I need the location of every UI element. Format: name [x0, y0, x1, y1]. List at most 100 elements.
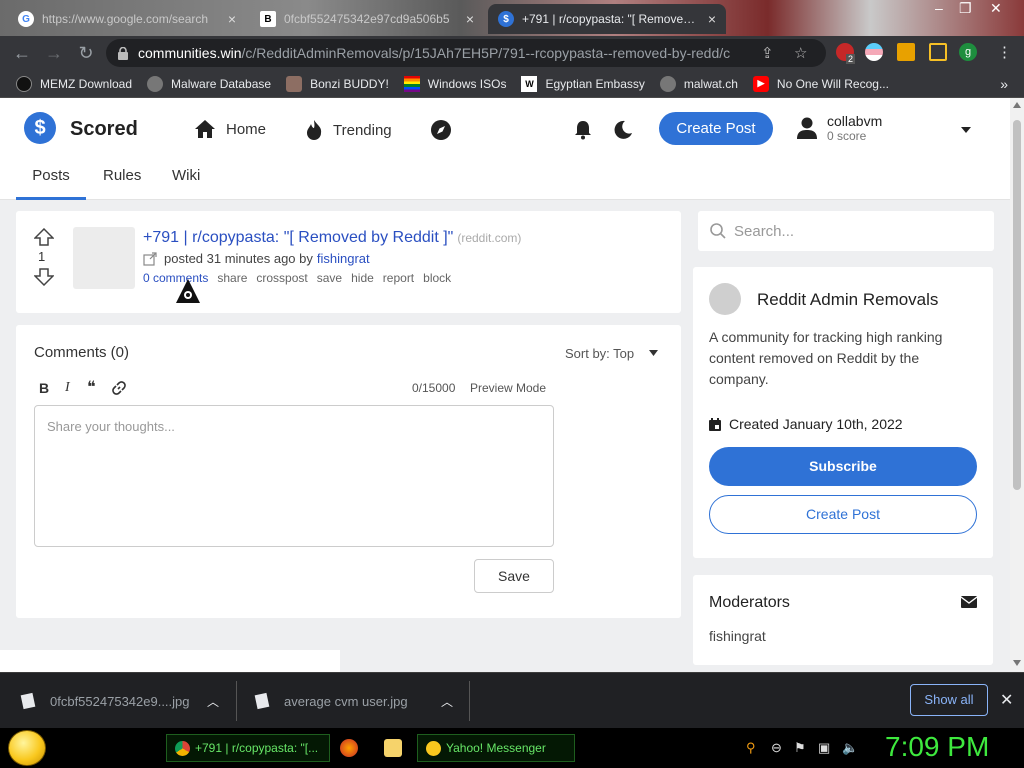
show-all-downloads-button[interactable]: Show all — [910, 684, 988, 716]
page-scrollbar[interactable] — [1010, 98, 1024, 671]
downvote-arrow-icon[interactable] — [34, 268, 54, 286]
sidebar-create-post-button[interactable]: Create Post — [709, 495, 977, 534]
bookmark-egyptian-embassy[interactable]: W Egyptian Embassy — [521, 75, 645, 92]
comments-title: Comments (0) — [34, 344, 130, 361]
tab-posts[interactable]: Posts — [16, 167, 86, 200]
post-thumbnail[interactable] — [73, 227, 135, 289]
search-input[interactable] — [734, 219, 984, 243]
bookmark-bonzi-buddy[interactable]: Bonzi BUDDY! — [286, 75, 389, 92]
bell-icon[interactable] — [574, 120, 592, 140]
forward-arrow-icon[interactable]: → — [38, 43, 70, 64]
crosspost-link[interactable]: crosspost — [256, 271, 307, 285]
user-icon[interactable] — [796, 116, 818, 140]
mouse-cursor-icon — [176, 279, 200, 303]
share-icon[interactable]: ⇪ — [761, 44, 774, 62]
minimize-icon[interactable]: – — [935, 0, 943, 20]
post-domain[interactable]: (reddit.com) — [457, 231, 521, 245]
post-meta: posted 31 minutes ago by fishingrat — [143, 251, 370, 266]
scroll-up-icon[interactable] — [1013, 102, 1021, 108]
post-title-text[interactable]: +791 | r/copypasta: "[ Removed by Reddit… — [143, 229, 453, 246]
sort-dropdown[interactable]: Sort by: Top — [565, 346, 634, 361]
upvote-arrow-icon[interactable] — [34, 228, 54, 246]
bookmark-memz[interactable]: MEMZ Download — [16, 75, 132, 92]
taskbar-yahoo-messenger[interactable]: Yahoo! Messenger — [417, 734, 575, 762]
nav-trending[interactable]: Trending — [305, 119, 392, 141]
start-button-smiley-icon[interactable] — [8, 730, 46, 766]
divider — [469, 681, 470, 721]
reload-icon[interactable]: ↻ — [70, 43, 102, 64]
user-score: 0 score — [827, 129, 867, 143]
browser-tab-strip: G https://www.google.com/search × B 0fcb… — [0, 0, 1024, 36]
save-comment-button[interactable]: Save — [474, 559, 554, 593]
sort-caret-icon[interactable] — [649, 350, 658, 356]
taskbar-chrome-window[interactable]: +791 | r/copypasta: "[... — [166, 734, 330, 762]
envelope-icon[interactable] — [961, 596, 977, 608]
create-post-button[interactable]: Create Post — [659, 112, 773, 145]
profile-avatar[interactable]: g — [959, 43, 977, 61]
scored-logo-icon[interactable]: $ — [24, 112, 56, 144]
chrome-icon — [175, 740, 190, 756]
user-name[interactable]: collabvm — [827, 113, 882, 129]
post-author-link[interactable]: fishingrat — [317, 251, 370, 266]
address-bar[interactable]: communities.win/c/RedditAdminRemovals/p/… — [106, 39, 826, 67]
save-link[interactable]: save — [317, 271, 342, 285]
download-item[interactable]: 0fcbf552475342e9....jpg ︿ — [20, 673, 234, 729]
minus-tray-icon[interactable]: ⊖ — [771, 740, 787, 756]
bookmark-youtube[interactable]: ▶ No One Will Recog... — [752, 75, 889, 92]
bookmark-malware-database[interactable]: Malware Database — [147, 75, 271, 92]
italic-icon[interactable]: I — [65, 380, 70, 396]
bookmark-malwatch[interactable]: malwat.ch — [659, 75, 738, 92]
share-link[interactable]: share — [217, 271, 247, 285]
side-panel-icon[interactable] — [929, 43, 947, 61]
moderator-link[interactable]: fishingrat — [709, 628, 766, 644]
firefox-icon[interactable] — [340, 739, 358, 757]
window-close-icon[interactable]: ✕ — [990, 0, 1002, 20]
back-arrow-icon[interactable]: ← — [6, 43, 38, 64]
browser-tab-active[interactable]: $ +791 | r/copypasta: "[ Removed by Redd… — [488, 4, 726, 34]
browser-menu-icon[interactable]: ⋮ — [997, 43, 1012, 61]
close-downloads-icon[interactable]: ✕ — [1000, 690, 1013, 710]
flag-extension-icon[interactable] — [865, 43, 883, 61]
site-header: $ Scored Home Trending Create Post colla… — [0, 98, 1010, 200]
bookmark-star-icon[interactable]: ☆ — [794, 44, 807, 62]
preview-mode-toggle[interactable]: Preview Mode — [470, 381, 546, 395]
chevron-up-icon[interactable]: ︿ — [441, 693, 453, 710]
tab-wiki[interactable]: Wiki — [172, 167, 200, 184]
tab-close-icon[interactable]: × — [228, 11, 236, 27]
bold-icon[interactable]: B — [39, 380, 49, 396]
volume-tray-icon[interactable]: 🔈 — [842, 740, 858, 756]
compass-icon[interactable] — [430, 119, 452, 141]
quote-icon[interactable]: ❝ — [87, 377, 96, 397]
link-icon[interactable] — [112, 381, 126, 395]
download-item[interactable]: average cvm user.jpg ︿ — [254, 673, 468, 729]
taskbar-clock[interactable]: 7:09 PM — [885, 731, 989, 763]
folder-icon[interactable] — [384, 739, 402, 757]
subscribe-button[interactable]: Subscribe — [709, 447, 977, 486]
browser-tab-google[interactable]: G https://www.google.com/search × — [8, 4, 246, 34]
browser-tab-image[interactable]: B 0fcbf552475342e97cd9a506b5 × — [250, 4, 484, 34]
hide-link[interactable]: hide — [351, 271, 374, 285]
post-title[interactable]: +791 | r/copypasta: "[ Removed by Reddit… — [143, 229, 521, 247]
community-name[interactable]: Reddit Admin Removals — [757, 290, 938, 310]
nav-home[interactable]: Home — [194, 119, 266, 139]
search-tray-icon[interactable]: ⚲ — [746, 740, 762, 756]
scrollbar-thumb[interactable] — [1013, 120, 1021, 490]
tab-rules[interactable]: Rules — [103, 167, 141, 184]
comment-textarea[interactable] — [34, 405, 554, 547]
network-tray-icon[interactable]: ▣ — [818, 740, 834, 756]
bookmarks-overflow-icon[interactable]: » — [1000, 76, 1008, 92]
extensions-puzzle-icon[interactable] — [897, 43, 915, 61]
dark-mode-moon-icon[interactable] — [613, 120, 633, 140]
user-menu-caret-icon[interactable] — [961, 127, 971, 133]
block-link[interactable]: block — [423, 271, 451, 285]
flag-tray-icon[interactable]: ⚑ — [794, 740, 810, 756]
tab-close-icon[interactable]: × — [466, 11, 474, 27]
report-link[interactable]: report — [383, 271, 414, 285]
chevron-up-icon[interactable]: ︿ — [207, 693, 219, 710]
scroll-down-icon[interactable] — [1013, 660, 1021, 666]
moderators-title: Moderators — [709, 594, 790, 611]
tab-close-icon[interactable]: × — [708, 11, 716, 27]
site-brand[interactable]: Scored — [70, 118, 138, 141]
bookmark-windows-isos[interactable]: Windows ISOs — [403, 75, 506, 92]
restore-icon[interactable]: ❐ — [959, 0, 972, 20]
